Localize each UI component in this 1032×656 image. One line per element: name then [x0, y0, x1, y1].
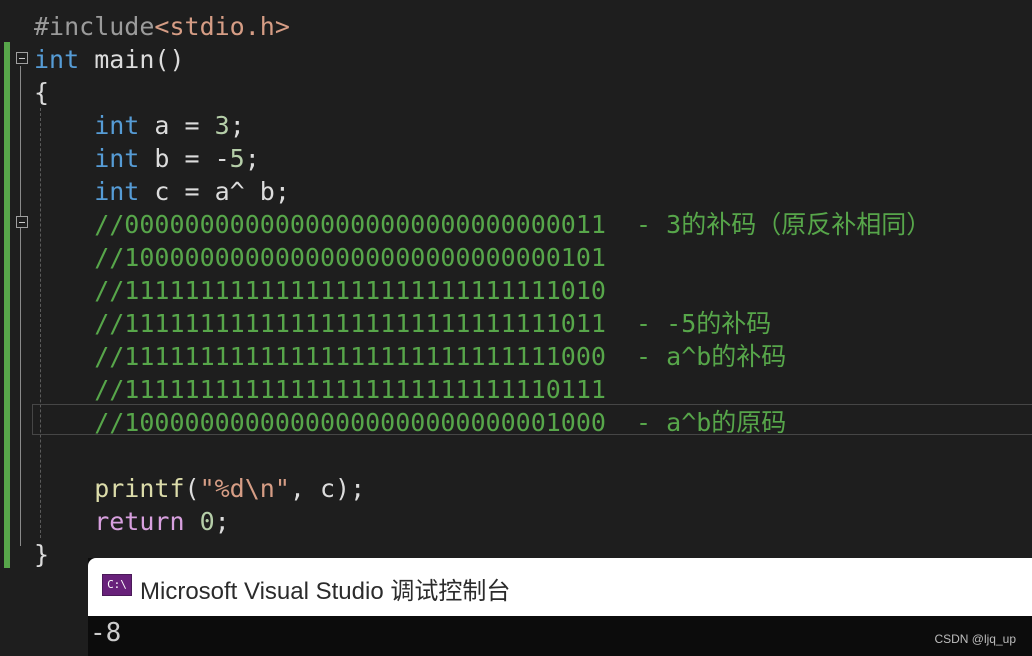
code-line[interactable]: int c = a^ b;: [34, 175, 290, 208]
code-token: }: [34, 540, 50, 569]
code-token: ;: [214, 507, 230, 536]
code-line[interactable]: #include<stdio.h>: [34, 10, 290, 43]
code-line[interactable]: //11111111111111111111111111111000 - a^b…: [34, 340, 786, 373]
code-token: //11111111111111111111111111110111: [34, 375, 606, 404]
code-token: 3: [214, 111, 230, 140]
code-token: printf: [34, 474, 185, 503]
console-app-icon: C:\: [102, 574, 132, 596]
code-token: int: [34, 177, 140, 206]
collapse-main-icon[interactable]: [16, 52, 28, 64]
outline-gutter-line: [20, 66, 21, 546]
code-token: return: [34, 507, 185, 536]
code-token: ;: [244, 144, 260, 173]
code-token: //11111111111111111111111111111011 - -5的…: [34, 309, 772, 338]
code-line[interactable]: int main(): [34, 43, 185, 76]
code-line[interactable]: //11111111111111111111111111111011 - -5的…: [34, 307, 771, 340]
code-line[interactable]: //10000000000000000000000000001000 - a^b…: [34, 406, 786, 439]
console-output: -8: [90, 618, 122, 648]
code-token: b = -: [139, 144, 230, 173]
code-token: //10000000000000000000000000000101: [34, 243, 606, 272]
code-token: #include: [34, 12, 155, 41]
code-line[interactable]: //00000000000000000000000000000011 - 3的补…: [34, 208, 931, 241]
code-token: int: [34, 45, 80, 74]
code-token: 5: [229, 144, 245, 173]
code-line[interactable]: int a = 3;: [34, 109, 245, 142]
code-line[interactable]: int b = -5;: [34, 142, 260, 175]
console-titlebar[interactable]: C:\ Microsoft Visual Studio 调试控制台: [88, 558, 1032, 616]
code-line[interactable]: return 0;: [34, 505, 230, 538]
code-line[interactable]: //10000000000000000000000000000101: [34, 241, 606, 274]
code-line[interactable]: printf("%d\n", c);: [34, 472, 365, 505]
code-token: <stdio.h>: [154, 12, 290, 41]
code-token: c = a^ b;: [139, 177, 290, 206]
code-token: , c);: [289, 474, 366, 503]
watermark: CSDN @ljq_up: [934, 632, 1016, 646]
code-editor[interactable]: #include<stdio.h> int main(){ int a = 3; …: [0, 0, 1032, 656]
code-line[interactable]: //11111111111111111111111111110111: [34, 373, 606, 406]
code-token: a =: [139, 111, 215, 140]
code-line[interactable]: //11111111111111111111111111111010: [34, 274, 606, 307]
code-token: int: [34, 144, 140, 173]
code-token: 0: [199, 507, 215, 536]
console-title: Microsoft Visual Studio 调试控制台: [140, 578, 511, 605]
debug-console-window[interactable]: C:\ Microsoft Visual Studio 调试控制台 -8: [88, 558, 1032, 656]
code-token: //11111111111111111111111111111000 - a^b…: [34, 342, 787, 371]
code-token: (: [184, 474, 200, 503]
collapse-comment-icon[interactable]: [16, 216, 28, 228]
code-token: //10000000000000000000000000001000 - a^b…: [34, 408, 787, 437]
code-token: //11111111111111111111111111111010: [34, 276, 606, 305]
code-token: "%d\n": [199, 474, 290, 503]
change-tracking-bar: [4, 42, 10, 568]
code-token: ;: [229, 111, 245, 140]
code-token: main(): [79, 45, 185, 74]
code-token: int: [34, 111, 140, 140]
code-token: {: [34, 78, 50, 107]
code-line[interactable]: }: [34, 538, 49, 571]
code-token: //00000000000000000000000000000011 - 3的补…: [34, 210, 932, 239]
code-line[interactable]: {: [34, 76, 49, 109]
